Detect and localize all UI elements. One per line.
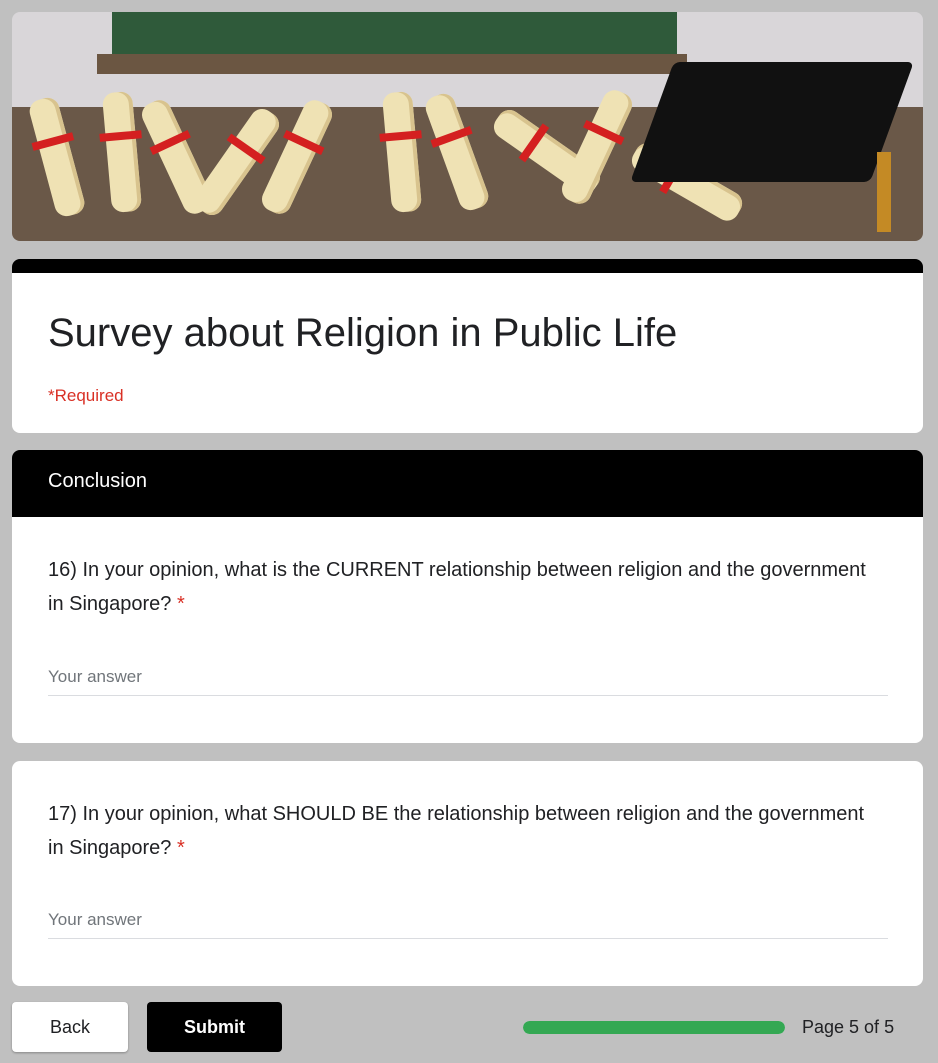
- question-text: 16) In your opinion, what is the CURRENT…: [48, 553, 878, 621]
- required-asterisk: *: [177, 593, 185, 615]
- form-title-card: Survey about Religion in Public Life *Re…: [12, 259, 923, 433]
- answer-input[interactable]: Your answer: [48, 667, 888, 696]
- page-indicator: Page 5 of 5: [802, 1017, 895, 1037]
- required-asterisk: *: [177, 837, 185, 859]
- question-label: 17) In your opinion, what SHOULD BE the …: [48, 803, 865, 859]
- question-card: 17) In your opinion, what SHOULD BE the …: [12, 761, 923, 986]
- progress-bar: [523, 1021, 785, 1034]
- section-header: Conclusion: [12, 450, 923, 517]
- question-card: 16) In your opinion, what is the CURRENT…: [12, 517, 923, 743]
- cap-tassel: [877, 152, 891, 232]
- chalkboard: [112, 12, 677, 57]
- answer-input[interactable]: Your answer: [48, 910, 888, 939]
- question-text: 17) In your opinion, what SHOULD BE the …: [48, 797, 878, 865]
- required-note: *Required: [48, 386, 124, 405]
- submit-button[interactable]: Submit: [147, 1002, 282, 1052]
- back-button[interactable]: Back: [12, 1002, 128, 1052]
- graduation-cap: [630, 62, 914, 182]
- header-banner-image: [12, 12, 923, 241]
- form-title: Survey about Religion in Public Life: [48, 311, 678, 355]
- progress-fill: [523, 1021, 785, 1034]
- chalk-ledge: [97, 54, 687, 74]
- question-label: 16) In your opinion, what is the CURRENT…: [48, 559, 866, 615]
